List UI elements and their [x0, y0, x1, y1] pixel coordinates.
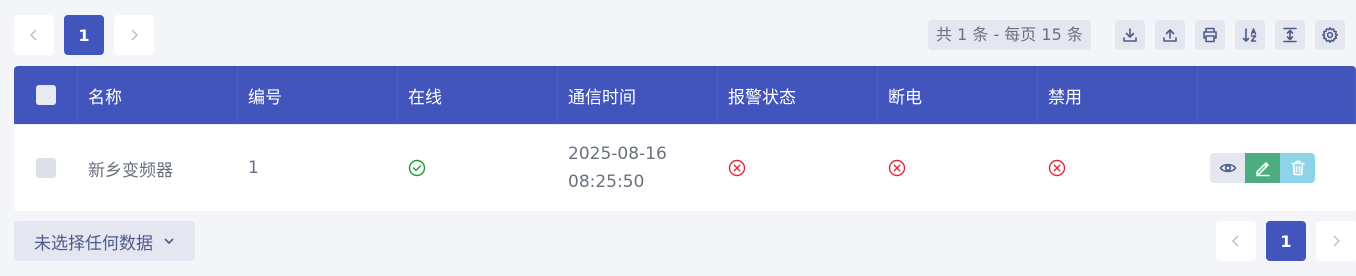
selection-label: 未选择任何数据	[34, 233, 153, 254]
table-row[interactable]: 新乡变频器 1 2025-08-16 08:25:50	[14, 124, 1356, 211]
column-header-name[interactable]: 名称	[78, 66, 238, 124]
cell-alarm	[718, 125, 878, 211]
cell-disabled	[1038, 125, 1198, 211]
chevron-right-icon	[131, 29, 138, 41]
cell-actions	[1198, 125, 1356, 211]
comm-time-text: 2025-08-16 08:25:50	[568, 144, 667, 192]
row-height-button[interactable]	[1274, 20, 1305, 50]
eye-icon	[1219, 163, 1236, 173]
chevron-down-icon	[164, 238, 174, 245]
view-button[interactable]	[1210, 153, 1245, 183]
row-select-cell	[14, 125, 78, 211]
pencil-icon	[1255, 162, 1270, 177]
export-button[interactable]	[1114, 20, 1145, 50]
delete-button[interactable]	[1280, 153, 1315, 183]
select-all-checkbox[interactable]	[35, 85, 56, 105]
edit-button[interactable]	[1245, 153, 1280, 183]
page-1-button[interactable]: 1	[1266, 221, 1306, 261]
column-header-actions	[1198, 66, 1356, 124]
table-header: 名称 编号 在线 通信时间 报警状态 断电 禁用	[14, 66, 1356, 124]
prev-page-button[interactable]	[14, 15, 54, 55]
column-header-online[interactable]: 在线	[398, 66, 558, 124]
print-button[interactable]	[1194, 20, 1225, 50]
sort-button[interactable]	[1234, 20, 1265, 50]
cell-name: 新乡变频器	[78, 125, 238, 211]
column-header-comm-time[interactable]: 通信时间	[558, 66, 718, 124]
cell-online	[398, 125, 558, 211]
x-circle-icon	[1048, 159, 1066, 177]
print-icon	[1203, 27, 1217, 43]
chevron-left-icon	[1232, 235, 1239, 247]
settings-button[interactable]	[1314, 20, 1345, 50]
column-header-power-off[interactable]: 断电	[878, 66, 1038, 124]
gear-icon	[1321, 27, 1338, 43]
x-circle-icon	[728, 159, 746, 177]
table-toolbar: 共 1 条 - 每页 15 条	[928, 20, 1355, 50]
column-header-number[interactable]: 编号	[238, 66, 398, 124]
upload-icon	[1163, 29, 1177, 42]
pagination-top: 1	[14, 15, 154, 55]
chevron-left-icon	[30, 29, 37, 41]
page: 1 共 1 条 - 每页 15 条 名称 编号 在线 通信时间 报警状态 断电 …	[0, 0, 1356, 276]
row-checkbox[interactable]	[35, 158, 56, 178]
pagination-bottom: 1	[1216, 221, 1356, 261]
select-all-cell	[14, 66, 78, 124]
column-header-disabled[interactable]: 禁用	[1038, 66, 1198, 124]
column-height-icon	[1283, 27, 1297, 43]
download-icon	[1123, 28, 1137, 42]
page-1-button[interactable]: 1	[64, 15, 104, 55]
cell-power-off	[878, 125, 1038, 211]
x-circle-icon	[888, 159, 906, 177]
check-circle-icon	[408, 159, 426, 177]
import-button[interactable]	[1154, 20, 1185, 50]
prev-page-button[interactable]	[1216, 221, 1256, 261]
record-summary: 共 1 条 - 每页 15 条	[928, 20, 1091, 50]
next-page-button[interactable]	[114, 15, 154, 55]
data-table: 名称 编号 在线 通信时间 报警状态 断电 禁用 新乡变频器 1 2025-08…	[14, 66, 1356, 211]
bulk-selection-dropdown[interactable]: 未选择任何数据	[14, 221, 195, 261]
cell-number: 1	[238, 125, 398, 211]
sort-az-icon	[1242, 28, 1257, 42]
cell-comm-time: 2025-08-16 08:25:50	[558, 125, 718, 211]
trash-icon	[1290, 160, 1305, 176]
column-header-alarm[interactable]: 报警状态	[718, 66, 878, 124]
row-action-group	[1210, 153, 1315, 183]
chevron-right-icon	[1333, 235, 1340, 247]
next-page-button[interactable]	[1316, 221, 1356, 261]
